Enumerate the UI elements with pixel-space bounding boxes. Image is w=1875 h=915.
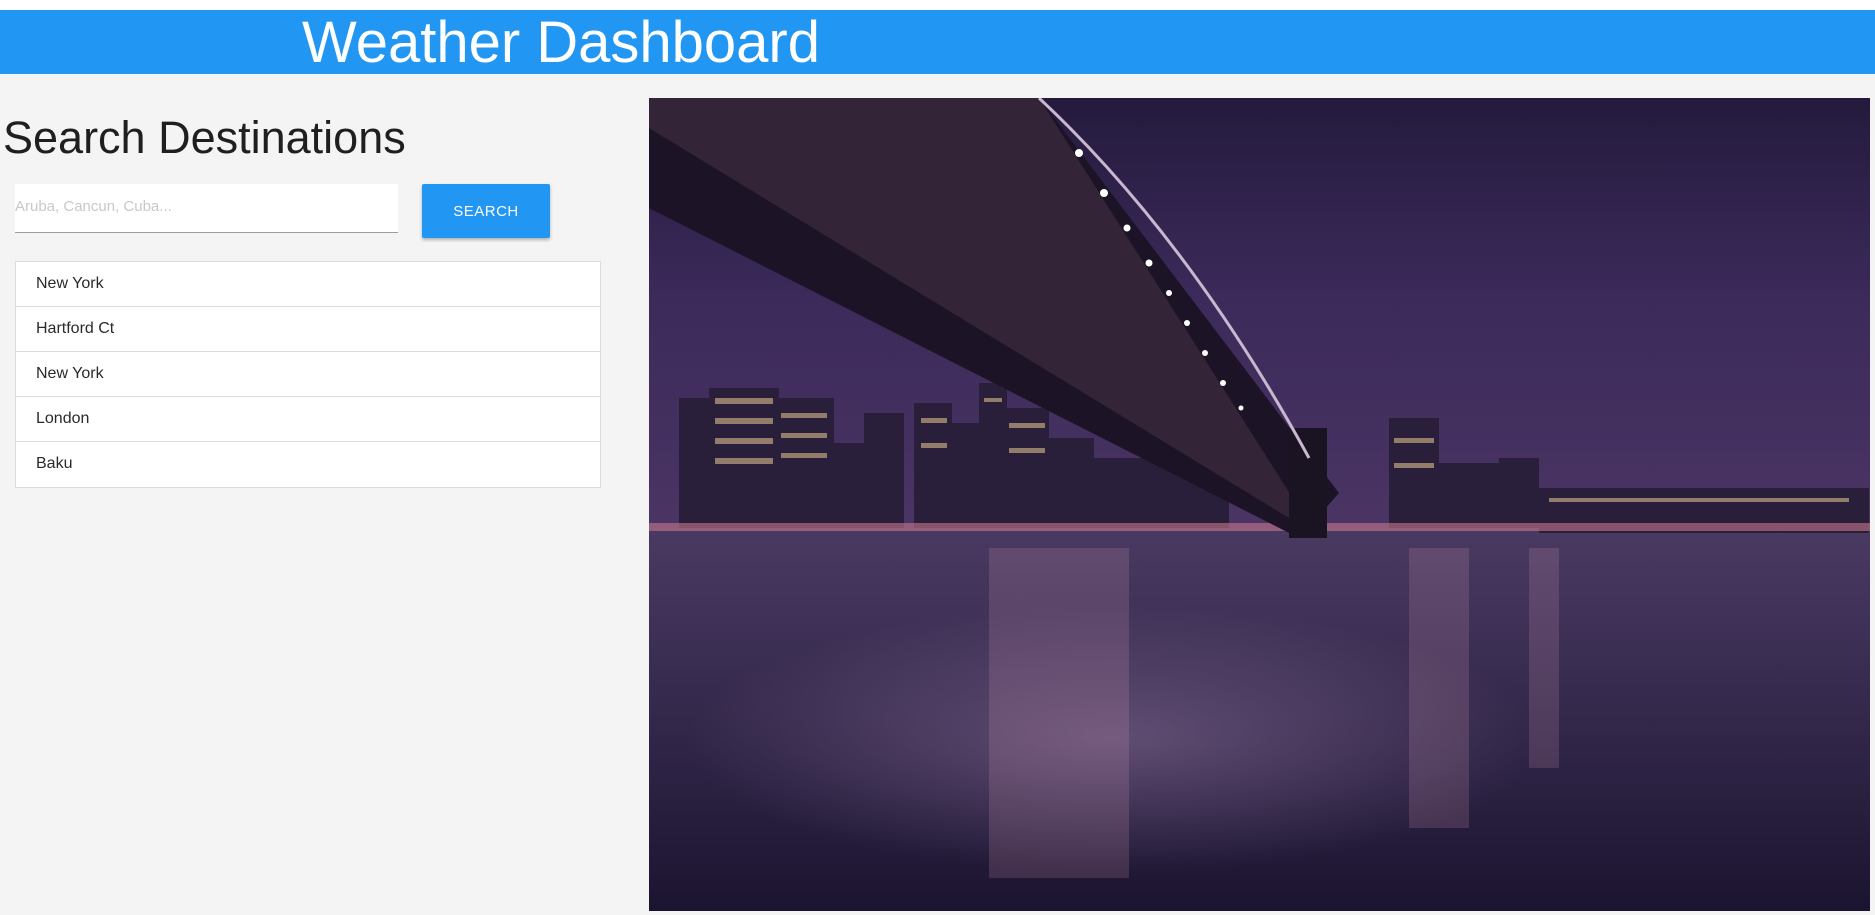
header-bar: Weather Dashboard xyxy=(0,10,1875,74)
history-item-baku[interactable]: Baku xyxy=(16,442,600,487)
history-item-london[interactable]: London xyxy=(16,397,600,442)
city-skyline-image xyxy=(649,98,1870,911)
weather-dashboard-app: Weather Dashboard Search Destinations SE… xyxy=(0,0,1875,915)
search-button[interactable]: SEARCH xyxy=(422,184,550,238)
search-input[interactable] xyxy=(15,184,398,233)
history-item-new-york[interactable]: New York xyxy=(16,262,600,307)
page-title: Weather Dashboard xyxy=(302,10,821,75)
search-panel: Search Destinations SEARCH New York Hart… xyxy=(0,74,640,915)
search-history-list: New York Hartford Ct New York London Bak… xyxy=(15,261,601,488)
top-strip xyxy=(0,0,1875,10)
search-panel-title: Search Destinations xyxy=(3,112,406,163)
history-item-hartford-ct[interactable]: Hartford Ct xyxy=(16,307,600,352)
history-item-new-york[interactable]: New York xyxy=(16,352,600,397)
